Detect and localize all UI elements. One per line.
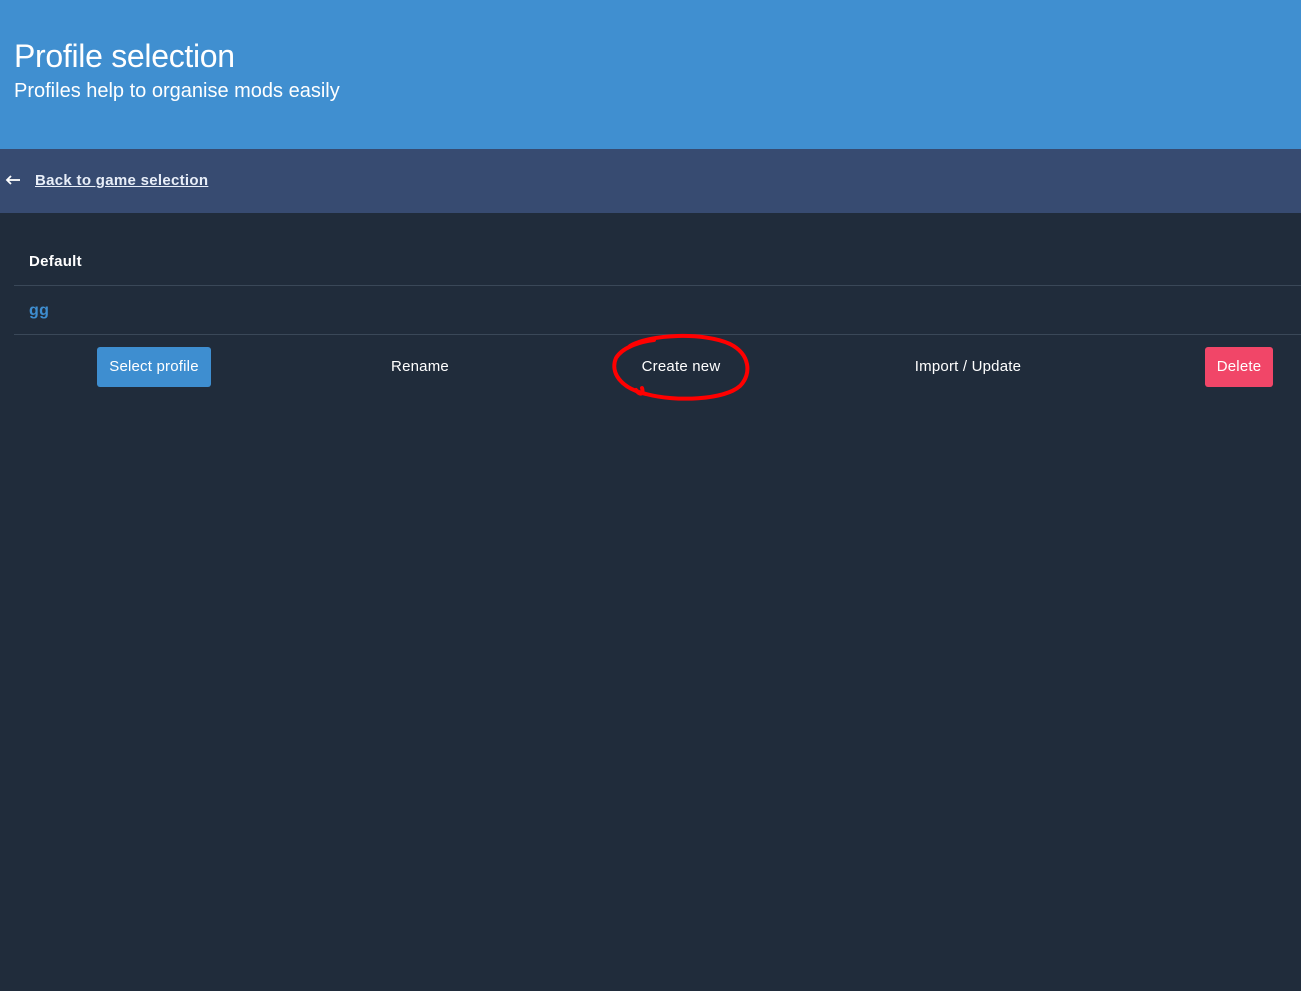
profile-row-gg[interactable]: gg (14, 286, 1301, 335)
import-update-button[interactable]: Import / Update (898, 347, 1038, 387)
rename-button[interactable]: Rename (370, 347, 470, 387)
back-navigation-bar: Back to game selection (0, 149, 1301, 213)
delete-button[interactable]: Delete (1205, 347, 1273, 387)
profile-selection-page: Profile selection Profiles help to organ… (0, 0, 1301, 991)
page-subtitle: Profiles help to organise mods easily (14, 80, 340, 102)
profile-row-default[interactable]: Default (14, 237, 1301, 286)
hero-header: Profile selection Profiles help to organ… (0, 0, 1301, 149)
back-to-game-selection-link[interactable]: Back to game selection (35, 170, 208, 192)
profile-name: gg (29, 302, 50, 319)
profile-name: Default (29, 253, 82, 270)
page-title: Profile selection (14, 38, 235, 74)
arrow-left-icon[interactable] (5, 169, 21, 191)
profile-actions: Select profile Rename Create new Import … (14, 335, 1301, 399)
profile-list: Default gg (14, 237, 1301, 335)
create-new-button[interactable]: Create new (631, 347, 731, 387)
select-profile-button[interactable]: Select profile (97, 347, 211, 387)
